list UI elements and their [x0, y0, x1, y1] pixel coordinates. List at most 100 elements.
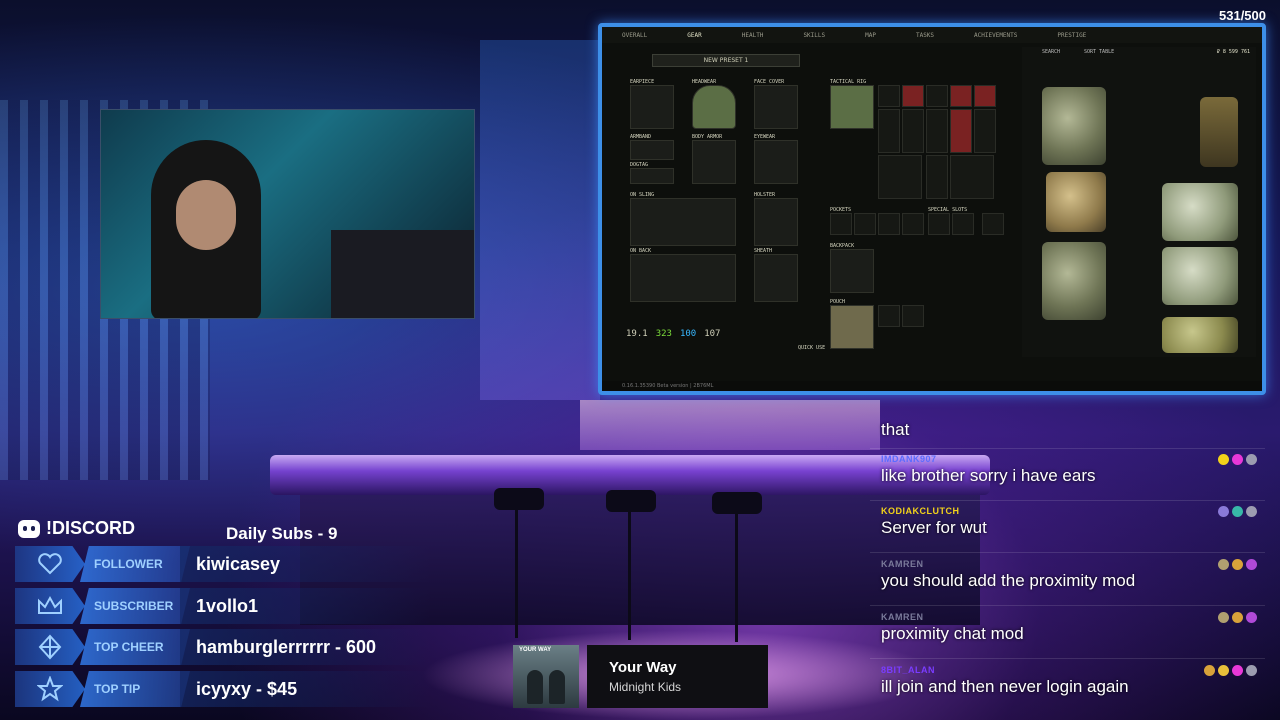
- rig-cell[interactable]: [974, 85, 996, 107]
- special-slot-cell[interactable]: [952, 213, 974, 235]
- tab-achievements[interactable]: ACHIEVEMENTS: [974, 32, 1017, 39]
- slot-dogtag[interactable]: [630, 168, 674, 184]
- pouch-cell[interactable]: [902, 305, 924, 327]
- trader-search[interactable]: SEARCH: [1042, 49, 1060, 55]
- slot-armband[interactable]: [630, 140, 674, 160]
- rig-cell[interactable]: [878, 85, 900, 107]
- armor-item[interactable]: [1042, 242, 1106, 320]
- armor-item[interactable]: [1162, 247, 1238, 305]
- pouch-cell[interactable]: [878, 305, 900, 327]
- slot-on-sling[interactable]: [630, 198, 736, 246]
- rig-cell[interactable]: [950, 85, 972, 107]
- preset-name[interactable]: NEW PRESET 1: [652, 54, 800, 67]
- slot-face-cover[interactable]: [754, 85, 798, 129]
- pocket-cell[interactable]: [854, 213, 876, 235]
- rig-cell[interactable]: [902, 85, 924, 107]
- slot-on-back[interactable]: [630, 254, 736, 302]
- alert-label: TOP TIP: [80, 671, 190, 707]
- armor-item[interactable]: [1042, 87, 1106, 165]
- slot-sheath[interactable]: [754, 254, 798, 302]
- chat-divider: [870, 448, 1265, 449]
- slot-label-quick-use: QUICK USE: [798, 345, 826, 351]
- badge-icon: [1218, 506, 1229, 517]
- chat-username[interactable]: KAMREN: [881, 559, 1265, 569]
- chat-username[interactable]: KODIAKCLUTCH: [881, 506, 1265, 516]
- alert-value: icyyxy - $45: [180, 671, 430, 707]
- badge-icon: [1246, 506, 1257, 517]
- chat-message: KAMREN you should add the proximity mod: [870, 559, 1265, 591]
- webcam-feed: [100, 109, 475, 319]
- chat-username[interactable]: IMDANK907: [881, 454, 1265, 464]
- tab-skills[interactable]: SKILLS: [803, 32, 825, 39]
- pocket-cell[interactable]: [902, 213, 924, 235]
- slot-holster[interactable]: [754, 198, 798, 246]
- heart-badge-icon: [1232, 665, 1243, 676]
- rig-cell[interactable]: [878, 109, 900, 153]
- album-art-text: YOUR WAY: [519, 647, 552, 653]
- now-playing-widget: YOUR WAY Your Way Midnight Kids: [513, 645, 768, 708]
- alert-top-tip: TOP TIP icyyxy - $45: [15, 671, 430, 707]
- rig-cell[interactable]: [950, 109, 972, 153]
- discord-label: !DISCORD: [46, 518, 135, 538]
- armor-item[interactable]: [1046, 172, 1106, 232]
- album-art: YOUR WAY: [513, 645, 579, 708]
- chat-badges: [1218, 506, 1257, 517]
- star-icon: [15, 671, 85, 707]
- chat-divider: [870, 605, 1265, 606]
- armor-item[interactable]: [1162, 317, 1238, 353]
- rig-cell[interactable]: [926, 85, 948, 107]
- money-balance: ₽ 8 599 761: [1216, 49, 1250, 55]
- chat-message-text: Server for wut: [881, 518, 987, 537]
- slot-earpiece[interactable]: [630, 85, 674, 129]
- trader-panel: SEARCH SORT TABLE ₽ 8 599 761: [1022, 47, 1256, 357]
- badge-icon: [1204, 665, 1215, 676]
- rig-cell[interactable]: [878, 155, 922, 199]
- chat-badges: [1218, 612, 1257, 623]
- pocket-cell[interactable]: [830, 213, 852, 235]
- chat-message: that: [870, 418, 1265, 440]
- special-slot-cell[interactable]: [928, 213, 950, 235]
- sort-table-button[interactable]: SORT TABLE: [1084, 49, 1114, 55]
- daily-subs-counter: Daily Subs - 9: [226, 524, 338, 543]
- alert-top-cheer: TOP CHEER hamburglerrrrrr - 600: [15, 629, 430, 665]
- chat-message: KAMREN proximity chat mod: [870, 612, 1265, 644]
- slot-pouch[interactable]: [830, 305, 874, 349]
- discord-icon: [18, 519, 40, 538]
- desk-setup: [331, 230, 474, 318]
- armor-item[interactable]: [1162, 183, 1238, 241]
- trader-header: SEARCH SORT TABLE ₽ 8 599 761: [1022, 49, 1256, 57]
- slot-eyewear[interactable]: [754, 140, 798, 184]
- alert-subscriber: SUBSCRIBER 1vollo1: [15, 588, 430, 624]
- slot-backpack[interactable]: [830, 249, 874, 293]
- tab-map[interactable]: MAP: [865, 32, 876, 39]
- tab-gear[interactable]: GEAR: [687, 32, 701, 39]
- rig-cell[interactable]: [950, 155, 994, 199]
- pocket-cell[interactable]: [878, 213, 900, 235]
- game-top-tabs: OVERALL GEAR HEALTH SKILLS MAP TASKS ACH…: [602, 27, 1262, 43]
- tab-overall[interactable]: OVERALL: [622, 32, 647, 39]
- discord-command: !DISCORD: [18, 518, 135, 539]
- badge-icon: [1246, 454, 1257, 465]
- chat-message: KODIAKCLUTCH Server for wut: [870, 506, 1265, 538]
- chat-message-text: you should add the proximity mod: [881, 571, 1136, 590]
- rig-cell[interactable]: [926, 155, 948, 199]
- bar-shelf: [580, 400, 880, 450]
- slot-headwear[interactable]: [692, 85, 736, 129]
- chat-divider: [870, 552, 1265, 553]
- ammo-item[interactable]: [1200, 97, 1238, 167]
- rig-cell[interactable]: [974, 109, 996, 153]
- special-slot-cell[interactable]: [982, 213, 1004, 235]
- chat-divider: [870, 658, 1265, 659]
- slot-body-armor[interactable]: [692, 140, 736, 184]
- rig-cell[interactable]: [902, 109, 924, 153]
- alert-value: hamburglerrrrrr - 600: [180, 629, 430, 665]
- chat-username[interactable]: KAMREN: [881, 612, 1265, 622]
- rig-cell[interactable]: [926, 109, 948, 153]
- diamond-icon: [15, 629, 85, 665]
- slot-tactical-rig[interactable]: [830, 85, 874, 129]
- bar-stool-leg: [515, 508, 518, 638]
- tab-tasks[interactable]: TASKS: [916, 32, 934, 39]
- bar-stool-leg: [735, 512, 738, 642]
- tab-prestige[interactable]: PRESTIGE: [1057, 32, 1086, 39]
- tab-health[interactable]: HEALTH: [742, 32, 764, 39]
